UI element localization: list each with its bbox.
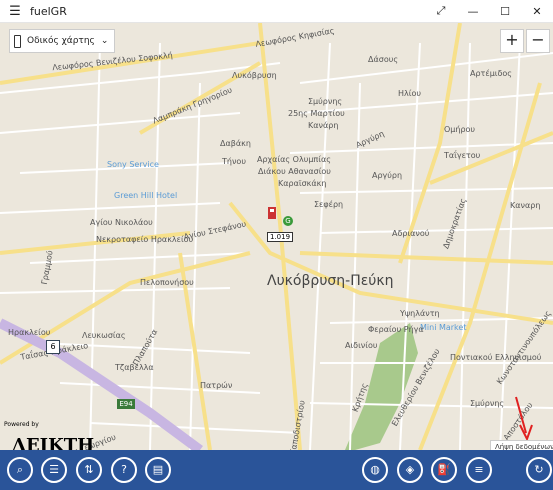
street-label: Τήνου: [222, 157, 246, 166]
street-label: Αρχαίας Ολυμπίας: [257, 155, 331, 164]
arrow-annotation-icon: [515, 396, 533, 442]
street-label: Αρτέμιδος: [470, 69, 512, 78]
street-label: Αργύρη: [372, 171, 403, 180]
maximize-button[interactable]: ☐: [489, 5, 521, 18]
powered-by-text: Powered by: [4, 421, 39, 428]
street-label: Πελοπονήσου: [140, 278, 194, 287]
street-label: Σμύρνης: [308, 97, 343, 106]
station-badge: G: [283, 216, 293, 226]
street-label: Κανάρη: [308, 121, 339, 130]
street-label: Σεφέρη: [314, 200, 344, 209]
close-button[interactable]: ✕: [521, 5, 553, 18]
street-label: Διάκου Αθανασίου: [258, 167, 331, 176]
phone-icon: [14, 34, 21, 48]
street-label: Ομήρου: [444, 125, 476, 134]
street-label: Καραϊσκάκη: [278, 179, 327, 188]
street-label: Τζαβέλλα: [115, 363, 154, 372]
window-title: fuelGR: [30, 4, 67, 18]
map-type-selector[interactable]: Οδικός χάρτης ⌄: [9, 29, 116, 53]
area-label: Λυκόβρυση: [232, 71, 277, 80]
refresh-icon[interactable]: ↻: [526, 457, 552, 483]
fuel-pump-icon[interactable]: ⛽: [431, 457, 457, 483]
street-label: Αγίου Νικολάου: [90, 218, 153, 227]
map-type-label: Οδικός χάρτης: [27, 36, 95, 46]
poi-label: Νεκροταφείο Ηρακλείου: [96, 235, 194, 244]
street-label: Λευκωσίας: [82, 331, 126, 340]
area-label: Ηρακλείου: [8, 328, 51, 337]
search-icon[interactable]: ⌕: [7, 457, 33, 483]
street-label: Υψηλάντη: [400, 309, 440, 318]
fuel-pump-icon: [268, 207, 276, 219]
map-view[interactable]: Λεωφόρος Βενιζέλου Σοφοκλή Λυκόβρυση Λαμ…: [0, 23, 553, 450]
tag-icon[interactable]: ◈: [397, 457, 423, 483]
zoom-in-button[interactable]: +: [500, 29, 524, 53]
hamburger-menu-icon[interactable]: ☰: [0, 4, 30, 19]
street-label: Πατρών: [200, 381, 233, 390]
globe-icon[interactable]: ◍: [362, 457, 388, 483]
street-label: 25ης Μαρτίου: [288, 109, 345, 118]
street-label: Καναρη: [510, 201, 541, 210]
route-shield: E94: [117, 399, 135, 409]
street-label: Ηλίου: [398, 89, 421, 98]
street-label: Ταΐγετου: [444, 151, 481, 160]
street-label: Αδριανού: [392, 229, 430, 238]
street-label: Φεραίου Ρήγα: [368, 325, 424, 334]
powered-by-logo: Powered by ΔΕΙΚΤΗ: [4, 421, 94, 450]
sort-icon[interactable]: ⇅: [76, 457, 102, 483]
poi-label: Sony Service: [107, 160, 159, 169]
poi-label: Green Hill Hotel: [114, 191, 178, 200]
fuel-station-marker[interactable]: [265, 203, 283, 221]
street-label: Ποντιακού Ελληνισμού: [450, 353, 542, 362]
expand-icon[interactable]: ⤢: [425, 4, 457, 18]
street-label: Αιδινίου: [345, 341, 378, 350]
help-icon[interactable]: ?: [111, 457, 137, 483]
area-label-main: Λυκόβρυση-Πεύκη: [267, 273, 394, 289]
price-label: 1.019: [267, 232, 294, 242]
minimize-button[interactable]: —: [457, 5, 489, 18]
route-shield: 6: [46, 340, 60, 354]
title-bar: ☰ fuelGR ⤢ — ☐ ✕: [0, 0, 553, 23]
zoom-out-button[interactable]: −: [526, 29, 550, 53]
list-bullets-icon[interactable]: ≡: [466, 457, 492, 483]
street-label: Δαβάκη: [220, 139, 251, 148]
brand-text: ΔΕΙΚΤΗ: [12, 435, 95, 450]
street-label: Δάσους: [368, 55, 399, 64]
poi-label: Mini Market: [420, 323, 467, 332]
list-icon[interactable]: ☰: [41, 457, 67, 483]
fuel-card-icon[interactable]: ▤: [145, 457, 171, 483]
chevron-down-icon: ⌄: [100, 36, 109, 46]
street-label: Σμύρνης: [470, 399, 505, 408]
